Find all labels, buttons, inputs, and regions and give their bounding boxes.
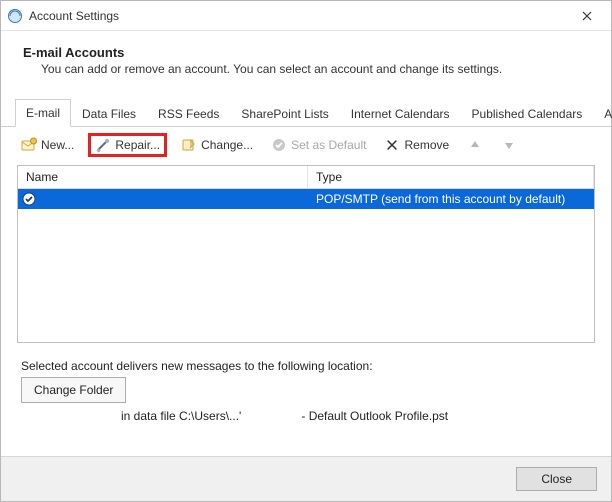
column-header-name[interactable]: Name xyxy=(18,166,308,188)
dialog-footer: Close xyxy=(1,456,611,501)
remove-icon xyxy=(384,137,400,153)
change-button-label: Change... xyxy=(201,138,253,152)
accounts-list: Name Type POP/SMTP (send from this accou… xyxy=(17,165,595,343)
delivery-path-right: - Default Outlook Profile.pst xyxy=(301,409,448,423)
account-row[interactable]: POP/SMTP (send from this account by defa… xyxy=(18,189,594,209)
repair-icon xyxy=(95,137,111,153)
header-subtitle: You can add or remove an account. You ca… xyxy=(41,62,589,76)
default-account-icon xyxy=(22,192,36,206)
new-button[interactable]: New... xyxy=(17,135,78,155)
set-default-button: Set as Default xyxy=(267,135,370,155)
column-header-type[interactable]: Type xyxy=(308,166,594,188)
new-button-label: New... xyxy=(41,138,74,152)
delivery-location-area: Selected account delivers new messages t… xyxy=(1,353,611,429)
app-icon xyxy=(7,8,23,24)
accounts-list-header: Name Type xyxy=(18,166,594,189)
repair-button[interactable]: Repair... xyxy=(88,133,167,157)
delivery-location-path: in data file C:\Users\...' - Default Out… xyxy=(21,403,591,423)
tab-sharepoint-lists[interactable]: SharePoint Lists xyxy=(230,100,339,127)
close-button[interactable]: Close xyxy=(516,467,597,491)
account-type: POP/SMTP (send from this account by defa… xyxy=(308,192,594,206)
window-title: Account Settings xyxy=(29,9,567,23)
header-title: E-mail Accounts xyxy=(23,45,589,60)
tab-rss-feeds[interactable]: RSS Feeds xyxy=(147,100,230,127)
tab-data-files[interactable]: Data Files xyxy=(71,100,147,127)
tab-address-books[interactable]: Address Books xyxy=(593,100,612,127)
tab-internet-calendars[interactable]: Internet Calendars xyxy=(340,100,461,127)
repair-button-label: Repair... xyxy=(115,138,160,152)
change-folder-button[interactable]: Change Folder xyxy=(21,377,126,403)
check-circle-icon xyxy=(271,137,287,153)
delivery-location-intro: Selected account delivers new messages t… xyxy=(21,359,591,373)
account-settings-window: Account Settings E-mail Accounts You can… xyxy=(0,0,612,502)
move-up-button xyxy=(463,135,487,155)
titlebar: Account Settings xyxy=(1,1,611,31)
set-default-button-label: Set as Default xyxy=(291,138,366,152)
remove-button[interactable]: Remove xyxy=(380,135,453,155)
change-icon xyxy=(181,137,197,153)
toolbar: New... Repair... Change... xyxy=(1,127,611,163)
accounts-list-body: POP/SMTP (send from this account by defa… xyxy=(18,189,594,342)
tab-published-calendars[interactable]: Published Calendars xyxy=(461,100,594,127)
delivery-path-left: in data file C:\Users\...' xyxy=(121,409,241,423)
move-down-button xyxy=(497,135,521,155)
window-close-button[interactable] xyxy=(567,2,607,30)
new-mail-icon xyxy=(21,137,37,153)
header-area: E-mail Accounts You can add or remove an… xyxy=(1,31,611,92)
arrow-down-icon xyxy=(501,137,517,153)
arrow-up-icon xyxy=(467,137,483,153)
change-button[interactable]: Change... xyxy=(177,135,257,155)
remove-button-label: Remove xyxy=(404,138,449,152)
tabstrip: E-mail Data Files RSS Feeds SharePoint L… xyxy=(1,98,611,127)
tab-email[interactable]: E-mail xyxy=(15,99,71,127)
